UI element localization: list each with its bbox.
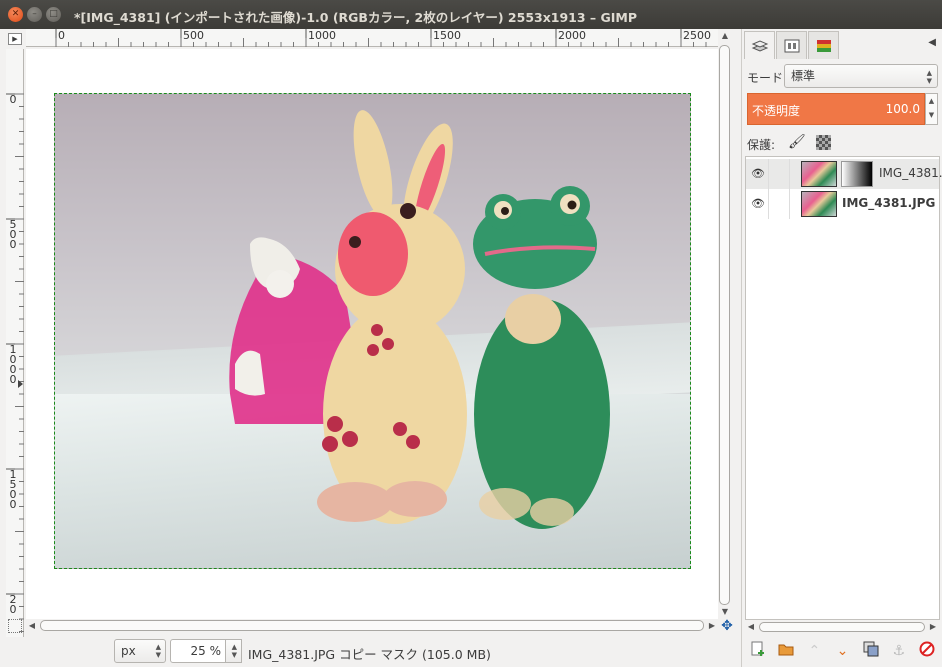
visibility-eye-icon[interactable]: 👁 xyxy=(751,197,765,210)
protect-label: 保護: xyxy=(747,138,776,152)
layer-list[interactable]: 👁 IMG_4381. 👁 IMG_4381.JPG xyxy=(745,156,942,620)
layer-actions: ⌃ ⌄ ⚓ xyxy=(745,637,940,665)
unit-select[interactable]: px ▲ ▼ xyxy=(114,639,166,663)
scroll-down-icon[interactable]: ▼ xyxy=(718,605,732,619)
layer-name[interactable]: IMG_4381.JPG xyxy=(842,196,935,210)
scroll-right-icon[interactable]: ▶ xyxy=(706,619,718,633)
opacity-label: 不透明度 xyxy=(752,104,801,118)
photo-figurines xyxy=(229,110,610,529)
vruler-label-1000: 1000 xyxy=(9,343,17,386)
zoom-field[interactable]: 25 % xyxy=(170,639,226,663)
scroll-right-icon[interactable]: ▶ xyxy=(927,621,939,633)
delete-layer-icon[interactable] xyxy=(916,641,938,661)
lock-alpha-icon[interactable] xyxy=(816,135,831,150)
status-message: IMG_4381.JPG コピー マスク (105.0 MB) xyxy=(248,647,491,662)
window-title: *[IMG_4381] (インポートされた画像)-1.0 (RGBカラー, 2枚… xyxy=(74,10,638,25)
scroll-up-icon[interactable]: ▲ xyxy=(718,29,732,43)
layer-mask-thumbnail[interactable] xyxy=(841,161,873,187)
horizontal-scroll-thumb[interactable] xyxy=(40,620,704,631)
layers-tab[interactable] xyxy=(744,31,775,59)
chevron-updown-icon: ▲ ▼ xyxy=(926,69,932,85)
ruler-label-2000: 2000 xyxy=(558,29,586,42)
window-titlebar: ✕ – □ *[IMG_4381] (インポートされた画像)-1.0 (RGBカ… xyxy=(0,0,942,29)
layer-thumbnail xyxy=(801,191,837,217)
menu-arrow-icon[interactable]: ▶ xyxy=(8,33,22,45)
new-group-icon[interactable] xyxy=(775,641,797,661)
horizontal-ruler[interactable]: 0 500 1000 1500 2000 2500 xyxy=(26,29,718,47)
layer-row-copy[interactable]: 👁 IMG_4381. xyxy=(746,159,942,189)
zoom-dropdown[interactable]: ▲ ▼ xyxy=(226,639,242,663)
dock-tabs xyxy=(744,31,840,59)
mode-select[interactable]: 標準 ▲ ▼ xyxy=(784,64,938,88)
image-window: ▶ 0 500 1000 1500 2000 2500 0 500 1000 1… xyxy=(0,29,740,667)
layer-chain-toggle[interactable] xyxy=(768,159,790,189)
zoom-combo[interactable]: 25 % ▲ ▼ xyxy=(170,639,242,663)
layer-row-original[interactable]: 👁 IMG_4381.JPG xyxy=(746,189,939,219)
raise-layer-icon[interactable]: ⌃ xyxy=(803,643,825,659)
horizontal-scrollbar[interactable]: ◀ ▶ xyxy=(26,619,718,633)
layer-thumbnail xyxy=(801,161,837,187)
ruler-label-1500: 1500 xyxy=(433,29,461,42)
mode-value: 標準 xyxy=(791,69,816,83)
visibility-eye-icon[interactable]: 👁 xyxy=(751,167,765,180)
quick-mask-toggle[interactable] xyxy=(8,619,22,633)
layer-name[interactable]: IMG_4381. xyxy=(879,166,942,180)
vertical-ruler[interactable]: 0 500 1000 1500 20 xyxy=(6,49,24,637)
minimize-window-button[interactable]: – xyxy=(27,7,42,22)
layer-chain-toggle[interactable] xyxy=(768,189,790,219)
opacity-spinner[interactable]: ▲ ▼ xyxy=(925,93,938,125)
channels-icon xyxy=(784,39,799,52)
layers-horizontal-scrollbar[interactable]: ◀ ▶ xyxy=(745,621,940,633)
close-window-button[interactable]: ✕ xyxy=(8,7,23,22)
image-canvas[interactable] xyxy=(54,93,691,569)
vruler-label-2000: 20 xyxy=(9,593,17,616)
layers-dock: ◀ モード: 標準 ▲ ▼ 不透明度 100.0 ▲ ▼ 保護: 🖌 👁 IMG_4… xyxy=(741,29,942,667)
scroll-left-icon[interactable]: ◀ xyxy=(745,621,757,633)
paths-icon xyxy=(816,39,831,52)
vruler-label-500: 500 xyxy=(9,218,17,251)
canvas-area[interactable] xyxy=(26,49,718,619)
mode-label: モード: xyxy=(747,71,788,85)
layers-scroll-thumb[interactable] xyxy=(759,622,925,632)
navigate-icon[interactable]: ✥ xyxy=(720,619,734,633)
unit-value: px xyxy=(121,644,136,658)
dock-menu-icon[interactable]: ◀ xyxy=(928,37,936,48)
horizontal-ruler-ticks xyxy=(55,29,707,47)
lower-layer-icon[interactable]: ⌄ xyxy=(831,643,853,659)
chevron-updown-icon: ▲ ▼ xyxy=(231,643,237,659)
anchor-layer-icon[interactable]: ⚓ xyxy=(888,643,910,659)
paths-tab[interactable] xyxy=(808,31,839,59)
scroll-left-icon[interactable]: ◀ xyxy=(26,619,38,633)
new-layer-icon[interactable] xyxy=(747,641,769,661)
vertical-scroll-thumb[interactable] xyxy=(719,45,730,605)
maximize-window-button[interactable]: □ xyxy=(46,7,61,22)
duplicate-layer-icon[interactable] xyxy=(860,641,882,661)
chevron-updown-icon: ▲ ▼ xyxy=(155,643,161,659)
ruler-label-0: 0 xyxy=(58,29,65,42)
ruler-label-2500: 2500 xyxy=(683,29,711,42)
ruler-label-1000: 1000 xyxy=(308,29,336,42)
vruler-label-1500: 1500 xyxy=(9,468,17,511)
channels-tab[interactable] xyxy=(776,31,807,59)
vertical-scrollbar[interactable]: ▲ ▼ xyxy=(718,29,732,619)
statusbar: px ▲ ▼ 25 % ▲ ▼ IMG_4381.JPG コピー マスク (105.… xyxy=(0,637,740,667)
opacity-slider[interactable]: 不透明度 100.0 xyxy=(747,93,925,125)
lock-pixels-brush-icon[interactable]: 🖌 xyxy=(788,134,806,150)
vruler-label-0: 0 xyxy=(9,93,17,106)
layers-icon xyxy=(751,39,768,52)
ruler-label-500: 500 xyxy=(183,29,204,42)
opacity-value: 100.0 xyxy=(885,102,920,116)
